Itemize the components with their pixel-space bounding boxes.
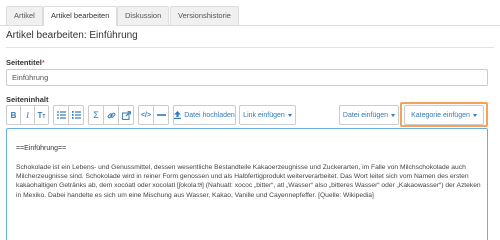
insert-link-label: Link einfügen: [243, 111, 285, 119]
chevron-down-icon: [391, 113, 396, 117]
tab-version-history[interactable]: Versionshistorie: [170, 6, 239, 25]
code-button[interactable]: </>: [138, 105, 154, 125]
external-link-button[interactable]: [118, 105, 134, 125]
bold-button[interactable]: B: [6, 105, 21, 125]
tab-article[interactable]: Artikel: [6, 6, 43, 25]
page-content-label: Seiteninhalt: [6, 95, 49, 104]
sigma-icon: Σ: [93, 110, 99, 120]
tab-bar: Artikel Artikel bearbeiten Diskussion Ve…: [0, 0, 500, 26]
focus-highlight: [400, 102, 488, 127]
insert-link-dropdown[interactable]: Link einfügen: [239, 105, 296, 125]
heading-icon: TT: [37, 110, 46, 120]
page-title-label: Seitentitel*: [6, 58, 45, 67]
bullet-list-button[interactable]: [53, 105, 69, 125]
italic-button[interactable]: I: [20, 105, 35, 125]
link-button[interactable]: [103, 105, 119, 125]
horizontal-rule-icon: [156, 114, 166, 116]
tab-edit-article[interactable]: Artikel bearbeiten: [43, 6, 118, 26]
editor-heading-text: ==Einführung==: [16, 145, 67, 152]
upload-file-label: Datei hochladen: [184, 111, 235, 119]
page-title-input[interactable]: Einführung: [6, 69, 488, 86]
page-title-label-text: Seitentitel: [6, 58, 42, 67]
bullet-list-icon: [56, 111, 66, 119]
chevron-down-icon: [287, 113, 292, 117]
bold-icon: B: [10, 110, 17, 120]
editor-body-text: Schokolade ist ein Lebens- und Genussmit…: [16, 164, 481, 199]
numbered-list-icon: [71, 111, 81, 119]
content-editor[interactable]: ==Einführung== Schokolade ist ein Lebens…: [6, 128, 488, 240]
signature-button[interactable]: Σ: [88, 105, 104, 125]
insert-file-label: Datei einfügen: [342, 111, 389, 119]
heading-button[interactable]: TT: [34, 105, 49, 125]
external-link-icon: [121, 110, 131, 120]
required-marker: *: [41, 58, 45, 67]
horizontal-rule-button[interactable]: [153, 105, 169, 125]
italic-icon: I: [26, 110, 29, 120]
insert-file-dropdown[interactable]: Datei einfügen: [339, 105, 399, 125]
upload-icon: [174, 111, 182, 119]
divider: [6, 47, 494, 48]
tab-discussion[interactable]: Diskussion: [117, 6, 170, 25]
link-icon: [107, 112, 115, 118]
page-title: Artikel bearbeiten: Einführung: [6, 30, 138, 41]
upload-file-button[interactable]: Datei hochladen: [173, 105, 236, 125]
numbered-list-button[interactable]: [68, 105, 84, 125]
code-icon: </>: [140, 111, 152, 119]
